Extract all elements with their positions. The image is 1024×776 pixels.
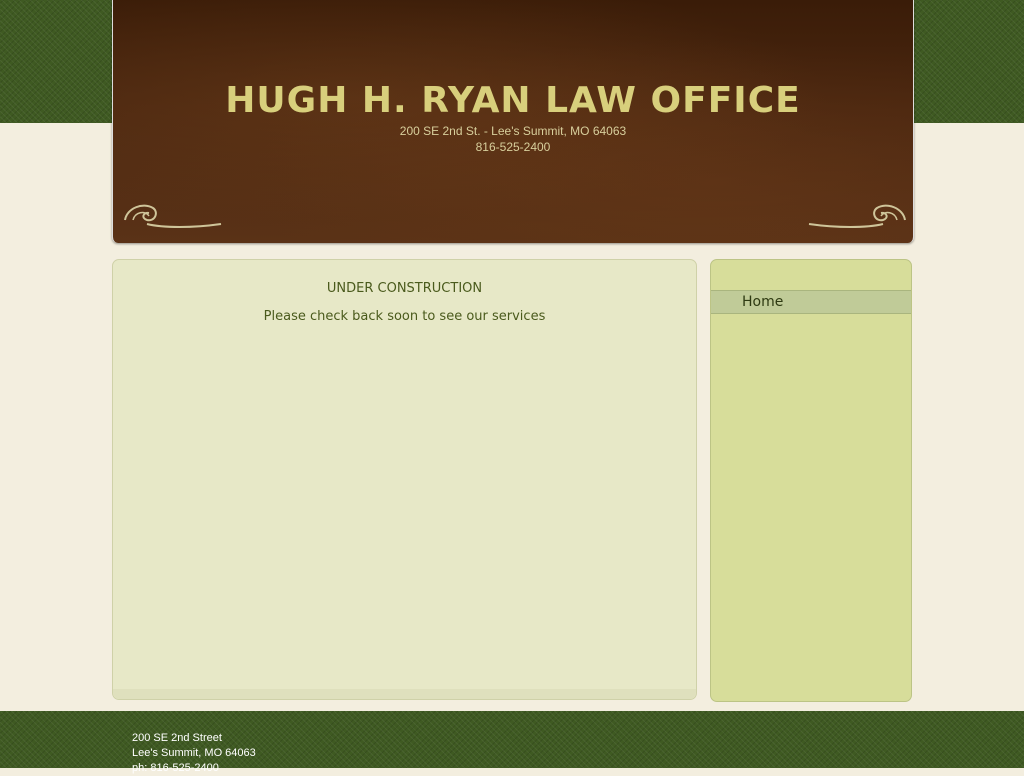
header-address: 200 SE 2nd St. - Lee's Summit, MO 64063: [399, 124, 627, 138]
content-bottom-strip: [113, 689, 696, 699]
site-footer: 200 SE 2nd Street Lee's Summit, MO 64063…: [0, 711, 1024, 774]
site-header: HUGH H. RYAN LAW OFFICE 200 SE 2nd St. -…: [112, 0, 914, 243]
footer-phone-line: ph: 816-525-2400: [132, 762, 219, 774]
site-title: HUGH H. RYAN LAW OFFICE: [225, 80, 801, 121]
content-heading: UNDER CONSTRUCTION: [326, 281, 483, 296]
sidebar-nav: Home: [710, 259, 912, 702]
left-flourish-icon: [124, 204, 222, 228]
footer-contact: 200 SE 2nd Street Lee's Summit, MO 64063…: [132, 731, 256, 776]
header-phone: 816-525-2400: [475, 140, 551, 154]
content-text: Please check back soon to see our servic…: [263, 309, 546, 324]
sidebar-item-label: Home: [742, 294, 784, 310]
footer-city-line: Lee's Summit, MO 64063: [132, 747, 256, 759]
right-flourish-icon: [808, 204, 906, 228]
main-content: UNDER CONSTRUCTION Please check back soo…: [112, 259, 697, 700]
sidebar-item-home[interactable]: Home: [711, 290, 911, 314]
footer-address-line: 200 SE 2nd Street: [132, 732, 222, 744]
